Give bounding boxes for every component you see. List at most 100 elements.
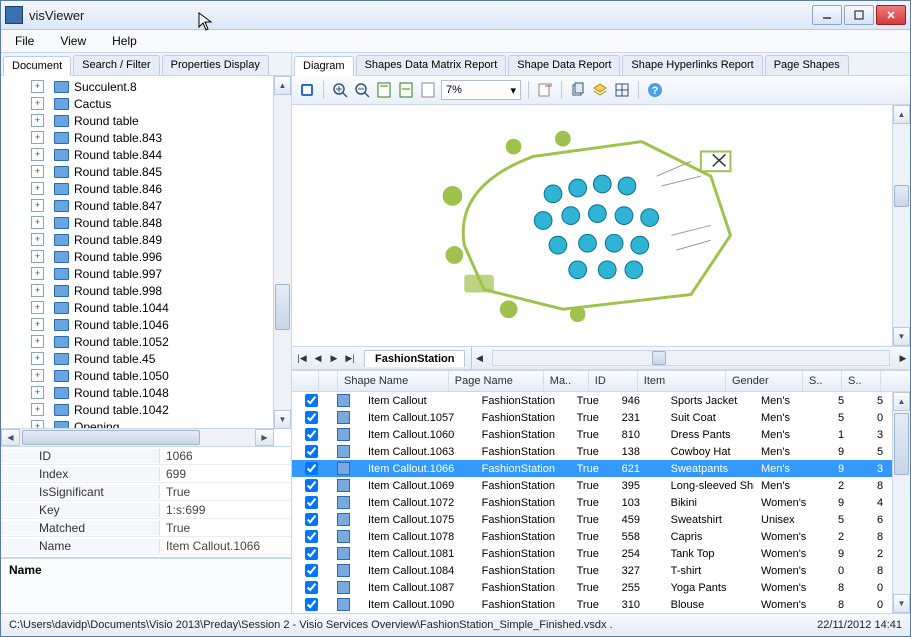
scroll-thumb[interactable] [275, 284, 290, 330]
grid-vertical-scrollbar[interactable]: ▲ ▼ [892, 392, 910, 613]
tree-item[interactable]: +Round table.1046 [1, 316, 291, 333]
table-row[interactable]: Item Callout.1072FashionStationTrue103Bi… [292, 494, 910, 511]
diagram-canvas[interactable] [292, 105, 893, 346]
export-icon[interactable] [536, 81, 554, 99]
visio-doc-icon[interactable] [298, 81, 316, 99]
expand-icon[interactable]: + [31, 250, 44, 263]
layers-icon[interactable] [591, 81, 609, 99]
scroll-down-icon[interactable]: ▼ [893, 594, 910, 613]
tree-item[interactable]: +Round table.844 [1, 146, 291, 163]
col-shape-name[interactable]: Shape Name [338, 371, 449, 391]
page3-icon[interactable] [419, 81, 437, 99]
tree-item[interactable]: +Round table.843 [1, 129, 291, 146]
expand-icon[interactable]: + [31, 216, 44, 229]
zoom-combo[interactable]: 7%▾ [441, 80, 521, 100]
tab-shape-data-report[interactable]: Shape Data Report [508, 55, 620, 75]
tree-item[interactable]: +Round table.848 [1, 214, 291, 231]
table-row[interactable]: Item Callout.1075FashionStationTrue459Sw… [292, 511, 910, 528]
tree-item[interactable]: +Round table.996 [1, 248, 291, 265]
row-checkbox[interactable] [305, 479, 318, 492]
col-page-name[interactable]: Page Name [449, 371, 544, 391]
zoom-out-icon[interactable] [353, 81, 371, 99]
tree-item[interactable]: +Round table.1048 [1, 384, 291, 401]
tree-item[interactable]: +Succulent.8 [1, 78, 291, 95]
property-row[interactable]: NameItem Callout.1066 [1, 537, 291, 555]
col-gender[interactable]: Gender [726, 371, 803, 391]
tree-item[interactable]: +Round table [1, 112, 291, 129]
expand-icon[interactable]: + [31, 369, 44, 382]
page1-icon[interactable] [375, 81, 393, 99]
row-checkbox[interactable] [305, 462, 318, 475]
page-first-icon[interactable]: |◀ [295, 351, 309, 365]
tab-search-filter[interactable]: Search / Filter [73, 55, 159, 75]
scroll-thumb[interactable] [894, 185, 909, 207]
tree-item[interactable]: +Round table.998 [1, 282, 291, 299]
tree-item[interactable]: +Round table.846 [1, 180, 291, 197]
page-tab-fashionstation[interactable]: FashionStation [364, 350, 465, 367]
close-button[interactable] [876, 5, 906, 25]
menu-file[interactable]: File [11, 32, 38, 50]
table-row[interactable]: Item Callout.1087FashionStationTrue255Yo… [292, 579, 910, 596]
table-row[interactable]: Item Callout.1060FashionStationTrue810Dr… [292, 426, 910, 443]
tree-vertical-scrollbar[interactable]: ▲ ▼ [273, 76, 291, 429]
scroll-hthumb[interactable] [22, 430, 200, 445]
expand-icon[interactable]: + [31, 335, 44, 348]
table-row[interactable]: Item Callout.1084FashionStationTrue327T-… [292, 562, 910, 579]
scroll-up-icon[interactable]: ▲ [893, 392, 910, 411]
expand-icon[interactable]: + [31, 403, 44, 416]
diagram-vertical-scrollbar[interactable]: ▲ ▼ [892, 105, 910, 346]
page-scroll-right-icon[interactable]: ▶ [896, 351, 910, 365]
expand-icon[interactable]: + [31, 318, 44, 331]
expand-icon[interactable]: + [31, 114, 44, 127]
diagram-area[interactable]: ▲ ▼ [292, 105, 910, 346]
row-checkbox[interactable] [305, 496, 318, 509]
tree-item[interactable]: +Round table.1050 [1, 367, 291, 384]
table-row[interactable]: Item Callout.1057FashionStationTrue231Su… [292, 409, 910, 426]
scroll-down-icon[interactable]: ▼ [274, 410, 291, 429]
scroll-down-icon[interactable]: ▼ [893, 327, 910, 346]
menu-help[interactable]: Help [108, 32, 141, 50]
menu-view[interactable]: View [56, 32, 90, 50]
table-row[interactable]: Item Callout.1069FashionStationTrue395Lo… [292, 477, 910, 494]
tree-item[interactable]: +Round table.45 [1, 350, 291, 367]
row-checkbox[interactable] [305, 547, 318, 560]
table-row[interactable]: Item Callout.1066FashionStationTrue621Sw… [292, 460, 910, 477]
col-s2[interactable]: S.. [842, 371, 881, 391]
page-h-scrollbar[interactable] [492, 350, 890, 366]
row-checkbox[interactable] [305, 581, 318, 594]
property-grid[interactable]: ID1066Index699IsSignificantTrueKey1:s:69… [1, 447, 291, 558]
property-row[interactable]: Index699 [1, 465, 291, 483]
zoom-in-icon[interactable] [331, 81, 349, 99]
expand-icon[interactable]: + [31, 97, 44, 110]
tree-item[interactable]: +Round table.997 [1, 265, 291, 282]
row-checkbox[interactable] [305, 564, 318, 577]
tab-shape-hyperlinks-report[interactable]: Shape Hyperlinks Report [622, 55, 762, 75]
grid-body[interactable]: Item CalloutFashionStationTrue946Sports … [292, 392, 910, 613]
expand-icon[interactable]: + [31, 80, 44, 93]
expand-icon[interactable]: + [31, 267, 44, 280]
row-checkbox[interactable] [305, 428, 318, 441]
expand-icon[interactable]: + [31, 131, 44, 144]
table-row[interactable]: Item Callout.1090FashionStationTrue310Bl… [292, 596, 910, 613]
tab-shapes-data-matrix[interactable]: Shapes Data Matrix Report [356, 55, 507, 75]
row-checkbox[interactable] [305, 598, 318, 611]
expand-icon[interactable]: + [31, 182, 44, 195]
page-prev-icon[interactable]: ◀ [311, 351, 325, 365]
minimize-button[interactable] [812, 5, 842, 25]
tree-item[interactable]: +Round table.845 [1, 163, 291, 180]
grid-icon[interactable] [613, 81, 631, 99]
expand-icon[interactable]: + [31, 301, 44, 314]
page-last-icon[interactable]: ▶| [343, 351, 357, 365]
property-row[interactable]: MatchedTrue [1, 519, 291, 537]
tab-diagram[interactable]: Diagram [294, 56, 354, 76]
titlebar[interactable]: visViewer [1, 1, 910, 30]
tree-item[interactable]: +Round table.1052 [1, 333, 291, 350]
tab-page-shapes[interactable]: Page Shapes [765, 55, 849, 75]
table-row[interactable]: Item CalloutFashionStationTrue946Sports … [292, 392, 910, 409]
tree-item[interactable]: +Cactus [1, 95, 291, 112]
tab-properties-display[interactable]: Properties Display [162, 55, 269, 75]
help-icon[interactable]: ? [646, 81, 664, 99]
expand-icon[interactable]: + [31, 352, 44, 365]
copy-icon[interactable] [569, 81, 587, 99]
tree-item[interactable]: +Round table.1044 [1, 299, 291, 316]
